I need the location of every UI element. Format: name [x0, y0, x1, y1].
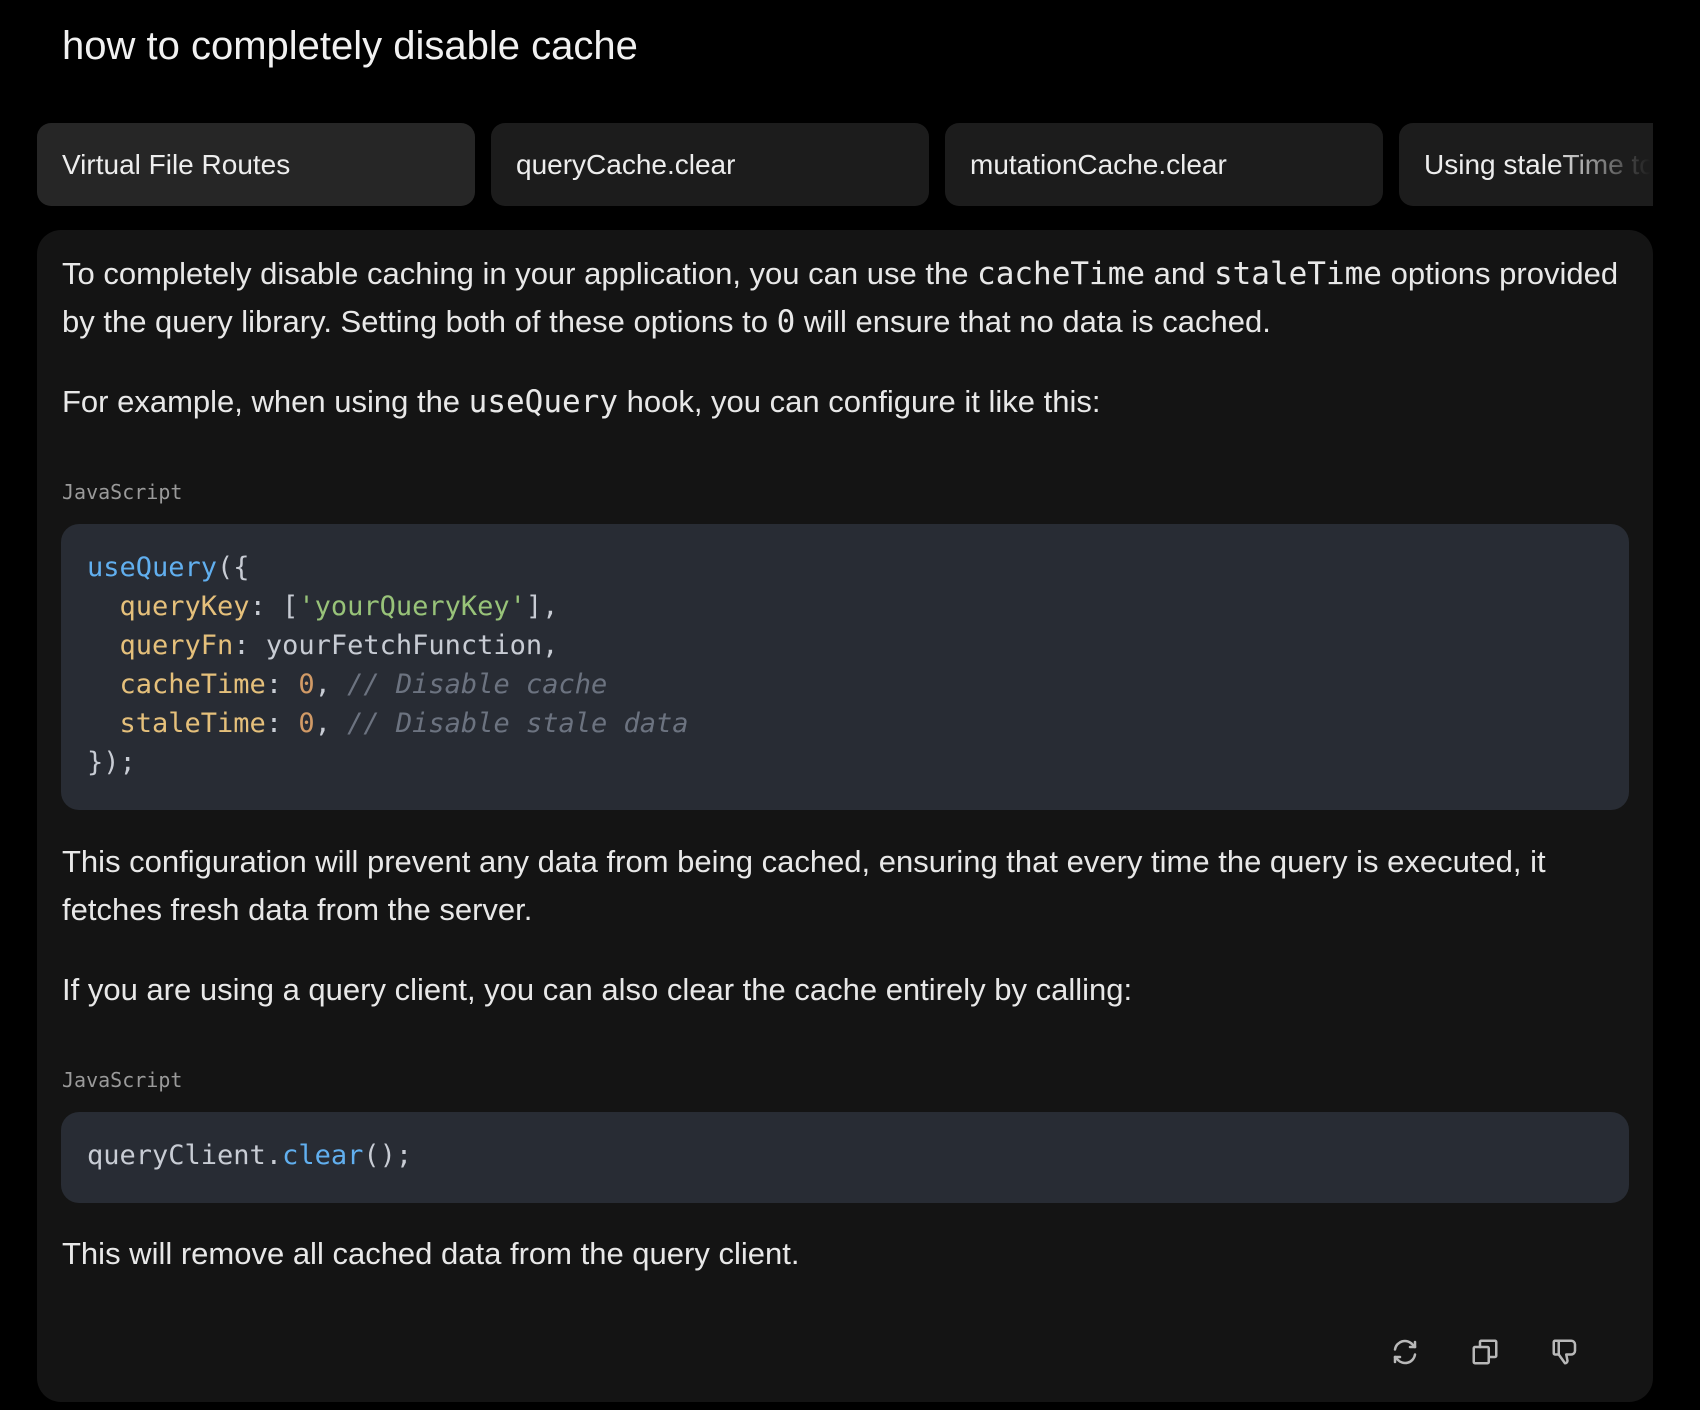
code-token: clear	[282, 1140, 364, 1171]
code-token: :	[233, 630, 266, 661]
code-language-label: JavaScript	[62, 480, 183, 504]
inline-code: useQuery	[468, 384, 618, 420]
code-token: staleTime	[119, 708, 266, 739]
code-token: ,	[314, 708, 331, 739]
code-token: cacheTime	[119, 669, 266, 700]
related-topics-row: Virtual File Routes queryCache.clear mut…	[37, 123, 1653, 206]
chip-virtual-file-routes[interactable]: Virtual File Routes	[37, 123, 475, 206]
chip-label: mutationCache.clear	[970, 149, 1227, 180]
text: and	[1145, 256, 1214, 291]
code-token: yourFetchFunction,	[265, 630, 559, 661]
dislike-button[interactable]	[1545, 1332, 1585, 1372]
answer-paragraph-5: This will remove all cached data from th…	[62, 1236, 800, 1271]
code-token: :	[265, 669, 299, 700]
copy-icon	[1472, 1339, 1498, 1365]
chip-label: queryCache.clear	[516, 149, 736, 180]
thumbs-down-icon	[1552, 1339, 1577, 1365]
code-token: 0	[298, 708, 315, 739]
answer-paragraph-4: If you are using a query client, you can…	[62, 972, 1133, 1007]
code-token: :	[265, 708, 299, 739]
code-token: ({	[217, 552, 250, 583]
chip-using-staletime[interactable]: Using staleTime to	[1399, 123, 1653, 206]
code-token: ();	[363, 1140, 413, 1171]
chip-label: Using staleTime to	[1424, 149, 1653, 180]
answer-paragraph-1: To completely disable caching in your ap…	[62, 250, 1632, 346]
inline-code: staleTime	[1213, 256, 1382, 292]
chip-querycache-clear[interactable]: queryCache.clear	[491, 123, 929, 206]
code-token: queryFn	[119, 630, 234, 661]
code-token: [	[282, 591, 299, 622]
code-token: });	[87, 747, 136, 778]
code-language-label: JavaScript	[62, 1068, 183, 1092]
inline-code: cacheTime	[977, 256, 1146, 292]
chip-label: Virtual File Routes	[62, 149, 291, 180]
refresh-icon	[1393, 1339, 1417, 1365]
code-token: 'yourQueryKey'	[298, 591, 526, 622]
user-question: how to completely disable cache	[62, 24, 638, 68]
copy-button[interactable]	[1465, 1332, 1505, 1372]
text: For example, when using the	[62, 384, 469, 419]
answer-card: To completely disable caching in your ap…	[37, 230, 1653, 1402]
code-token: :	[249, 591, 283, 622]
answer-actions	[1365, 1332, 1605, 1372]
inline-code: 0	[776, 304, 796, 340]
text: hook, you can configure it like this:	[617, 384, 1101, 419]
answer-paragraph-2: For example, when using the useQuery hoo…	[62, 378, 1632, 426]
code-token: queryClient.	[87, 1140, 283, 1171]
code-comment: // Disable stale data	[347, 708, 689, 739]
regenerate-button[interactable]	[1385, 1332, 1425, 1372]
code-token: queryKey	[119, 591, 250, 622]
text: will ensure that no data is cached.	[795, 304, 1271, 339]
code-token: 0	[298, 669, 315, 700]
code-token: useQuery	[87, 552, 218, 583]
text: To completely disable caching in your ap…	[62, 256, 978, 291]
code-token: ],	[525, 591, 559, 622]
chip-mutationcache-clear[interactable]: mutationCache.clear	[945, 123, 1383, 206]
code-comment: // Disable cache	[347, 669, 608, 700]
code-block-usequery[interactable]: useQuery({ queryKey: ['yourQueryKey'], q…	[61, 524, 1629, 810]
code-token: ,	[314, 669, 331, 700]
answer-paragraph-3: This configuration will prevent any data…	[62, 844, 1546, 927]
code-block-queryclient-clear[interactable]: queryClient.clear();	[61, 1112, 1629, 1203]
